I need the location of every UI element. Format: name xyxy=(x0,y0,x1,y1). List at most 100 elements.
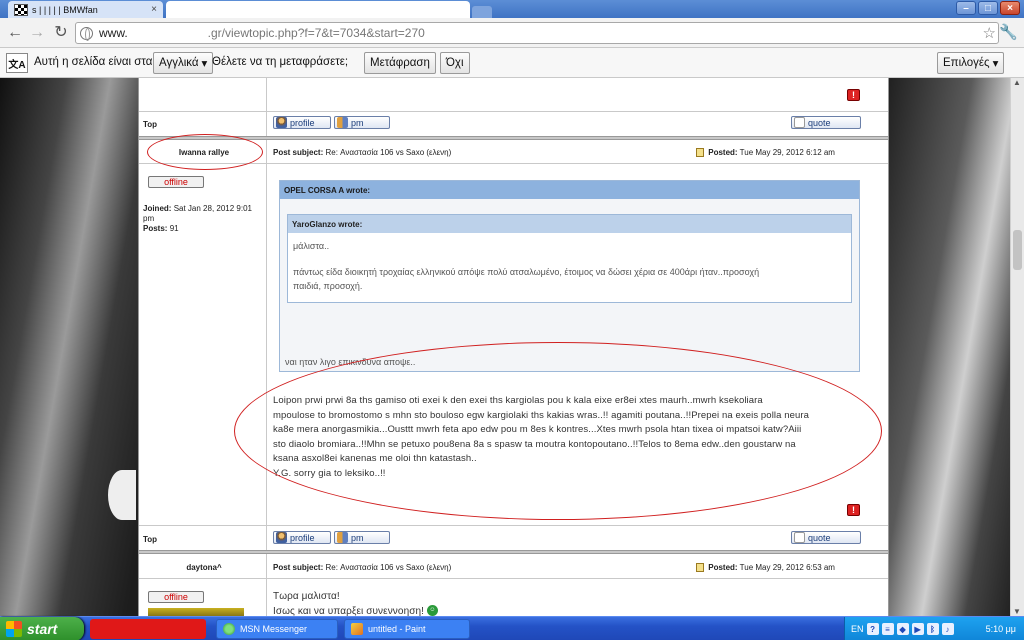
dropdown-arrow-icon: ▾ xyxy=(992,58,999,70)
minimize-icon[interactable]: – xyxy=(956,1,976,15)
posted-label: Posted: xyxy=(708,563,738,572)
report-icon[interactable]: ! xyxy=(847,89,860,101)
profile-icon xyxy=(276,532,287,543)
window-controls: – □ × xyxy=(956,1,1020,15)
post-author[interactable]: daytona^ xyxy=(149,563,259,572)
start-button[interactable]: start xyxy=(0,617,84,640)
bookmark-star-icon[interactable]: ☆ xyxy=(983,24,996,42)
network-icon[interactable]: ≡ xyxy=(881,623,894,635)
profile-button[interactable]: profile xyxy=(273,531,331,544)
forum-topic: ! Top profile pm quote Iwanna rallye Pos… xyxy=(138,78,889,616)
language-value: Αγγλικά xyxy=(159,57,199,69)
forward-arrow-icon[interactable]: → xyxy=(28,24,46,42)
quote-line: μάλιστα.. xyxy=(293,241,330,251)
post-date: Posted: Tue May 29, 2012 6:53 am xyxy=(696,563,835,573)
dropdown-arrow-icon: ▾ xyxy=(201,58,208,70)
annotation-ellipse xyxy=(234,342,882,520)
task-redacted[interactable] xyxy=(90,619,206,639)
close-icon[interactable]: × xyxy=(151,4,157,15)
posts-line: Posts: 91 xyxy=(143,224,261,234)
joined-line: Joined: Sat Jan 28, 2012 9:01 pm xyxy=(143,204,261,224)
quote-author: YaroGlanzo wrote: xyxy=(288,215,851,233)
row-divider xyxy=(139,163,888,164)
post-subject: Post subject: Re: Αναστασία 106 vs Saxo … xyxy=(273,148,451,157)
joined-label: Joined: xyxy=(143,204,172,213)
back-arrow-icon[interactable]: ← xyxy=(6,24,24,42)
top-link[interactable]: Top xyxy=(143,120,157,129)
msn-icon xyxy=(223,623,235,635)
quote-button[interactable]: quote xyxy=(791,116,861,129)
quote-author: OPEL CORSA A wrote: xyxy=(280,181,859,199)
quote-icon xyxy=(794,532,805,543)
post-date: Posted: Tue May 29, 2012 6:12 am xyxy=(696,148,835,158)
column-divider xyxy=(266,554,267,616)
url-path: .gr/viewtopic.php?f=7&t=7034&start=270 xyxy=(207,26,425,40)
clock: 5:10 μμ xyxy=(985,624,1016,634)
maximize-icon[interactable]: □ xyxy=(978,1,998,15)
post-icon xyxy=(696,148,704,158)
pm-icon xyxy=(337,532,348,543)
windows-logo-icon xyxy=(6,621,22,637)
profile-label: profile xyxy=(290,532,315,543)
task-label: MSN Messenger xyxy=(240,624,308,634)
translate-button[interactable]: Μετάφραση xyxy=(364,52,436,74)
post-line: Ισως και να υπαρξει συνεννοηση! xyxy=(273,605,425,617)
address-bar[interactable]: www. .gr/viewtopic.php?f=7&t=7034&start=… xyxy=(75,22,999,44)
scroll-up-icon[interactable]: ▲ xyxy=(1013,78,1021,87)
quote-button[interactable]: quote xyxy=(791,531,861,544)
posts-value: 91 xyxy=(169,224,179,233)
posted-label: Posted: xyxy=(708,148,738,157)
task-paint[interactable]: untitled - Paint xyxy=(344,619,470,639)
top-link[interactable]: Top xyxy=(143,535,157,544)
quote-line: πάντως είδα διοικητή τροχαίας ελληνικού … xyxy=(293,267,760,277)
new-tab-button[interactable] xyxy=(472,6,492,18)
globe-icon xyxy=(80,26,93,41)
volume-icon[interactable]: ♪ xyxy=(941,623,954,635)
background-decoration xyxy=(108,470,136,520)
paint-icon xyxy=(351,623,363,635)
scroll-down-icon[interactable]: ▼ xyxy=(1013,607,1021,616)
tab-blank[interactable] xyxy=(166,1,470,18)
posted-value: Tue May 29, 2012 6:53 am xyxy=(739,563,835,572)
pm-label: pm xyxy=(351,532,364,543)
bluetooth-icon[interactable]: ᛒ xyxy=(926,623,939,635)
post-subject: Post subject: Re: Αναστασία 106 vs Saxo … xyxy=(273,563,451,572)
page-scrollbar[interactable]: ▲ ▼ xyxy=(1010,78,1024,616)
profile-button[interactable]: profile xyxy=(273,116,331,129)
subject-label: Post subject: xyxy=(273,148,324,157)
post-icon xyxy=(696,563,704,573)
tab-bmwfan[interactable]: s | | | | | BMWfan × xyxy=(8,1,163,18)
reload-icon[interactable]: ↻ xyxy=(52,24,70,42)
posted-value: Tue May 29, 2012 6:12 am xyxy=(739,148,835,157)
post-separator xyxy=(139,550,888,554)
posts-label: Posts: xyxy=(143,224,168,233)
wrench-icon[interactable]: 🔧 xyxy=(999,23,1018,41)
task-msn-messenger[interactable]: MSN Messenger xyxy=(216,619,338,639)
language-select[interactable]: Αγγλικά ▾ xyxy=(153,52,214,74)
pm-button[interactable]: pm xyxy=(334,116,390,129)
shield-icon[interactable]: ◆ xyxy=(896,623,909,635)
tab-title: s | | | | | BMWfan xyxy=(32,4,98,15)
report-icon[interactable]: ! xyxy=(847,504,860,516)
language-indicator[interactable]: EN xyxy=(851,624,864,634)
row-divider xyxy=(139,525,888,526)
no-translate-button[interactable]: Όχι xyxy=(440,52,470,74)
close-window-icon[interactable]: × xyxy=(1000,1,1020,15)
scroll-thumb[interactable] xyxy=(1013,230,1022,270)
column-divider xyxy=(266,140,267,552)
quote-text: μάλιστα.. πάντως είδα διοικητή τροχαίας … xyxy=(288,233,851,299)
browser-title-bar: s | | | | | BMWfan × – □ × xyxy=(0,0,1024,18)
row-divider xyxy=(139,111,888,112)
profile-label: profile xyxy=(290,117,315,128)
quote-icon xyxy=(794,117,805,128)
subject-text: Re: Αναστασία 106 vs Saxo (ελενη) xyxy=(325,148,452,157)
system-tray: EN ? ≡ ◆ ▶ ᛒ ♪ 5:10 μμ xyxy=(844,617,1024,640)
options-label: Επιλογές xyxy=(943,57,990,69)
help-icon[interactable]: ? xyxy=(866,623,879,635)
media-icon[interactable]: ▶ xyxy=(911,623,924,635)
pm-button[interactable]: pm xyxy=(334,531,390,544)
quote-block-inner: YaroGlanzo wrote: μάλιστα.. πάντως είδα … xyxy=(287,214,852,303)
url-redacted xyxy=(127,27,208,39)
options-button[interactable]: Επιλογές ▾ xyxy=(937,52,1005,74)
pm-label: pm xyxy=(351,117,364,128)
